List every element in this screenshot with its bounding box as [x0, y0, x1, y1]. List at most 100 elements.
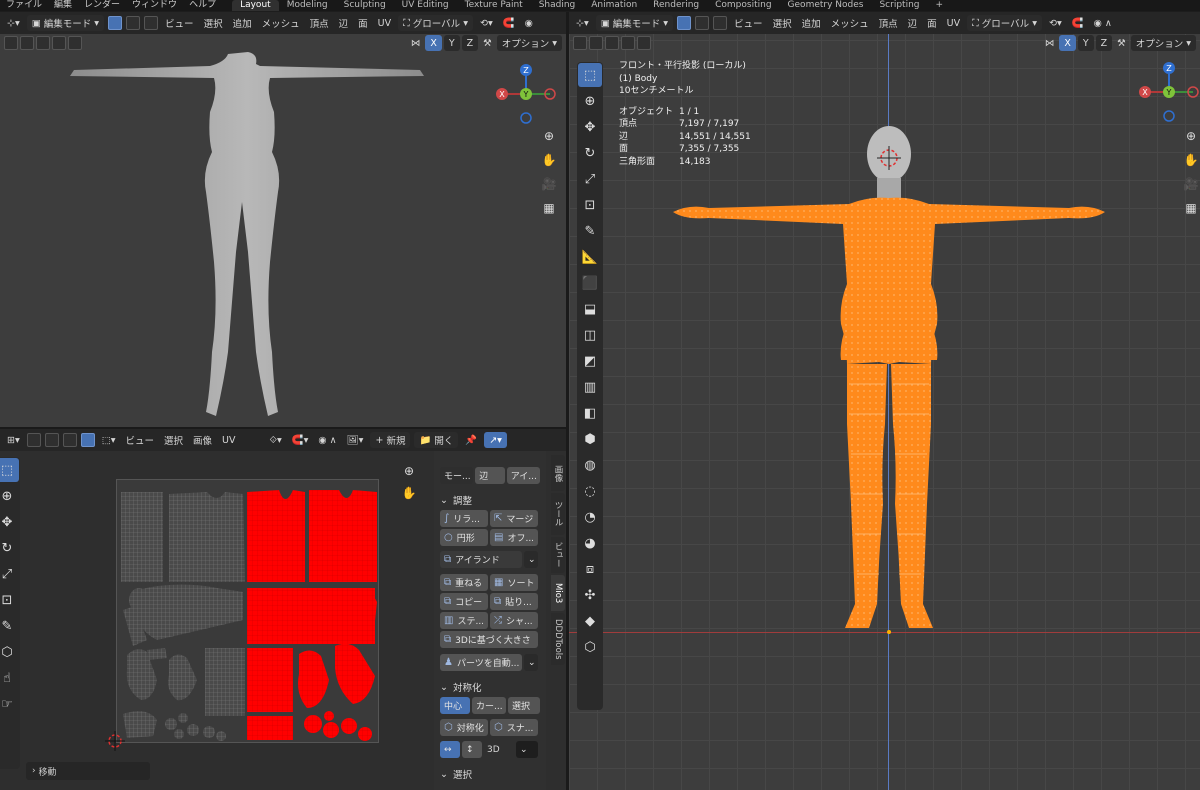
uv-pivot-icon[interactable]: ⟐▾	[266, 435, 284, 446]
menu-vertex[interactable]: 頂点	[876, 16, 901, 30]
vtab-image[interactable]: 画像	[551, 455, 565, 491]
open-image-button[interactable]: 📁 開く	[414, 432, 459, 448]
add-mesh-tool-icon[interactable]: ⬡	[578, 635, 602, 659]
loop-cut-tool-icon[interactable]: ▥	[578, 375, 602, 399]
shuffle-button[interactable]: ⤮ シャ...	[490, 612, 538, 629]
npanel-island-button[interactable]: アイ...	[506, 467, 540, 484]
camera-icon[interactable]: 🎥	[539, 174, 559, 194]
mirror-y-toggle[interactable]: Y	[1077, 35, 1094, 51]
select-mode-subtract-icon[interactable]	[36, 36, 50, 50]
move-tool-icon[interactable]: ✥	[578, 115, 602, 139]
rip-tool-icon[interactable]: ✣	[578, 583, 602, 607]
parts-auto-dropdown[interactable]: ♟ パーツを自動...	[440, 654, 522, 671]
uv-transform-tool-icon[interactable]: ⊡	[0, 588, 19, 612]
cursor-button[interactable]: カー...	[472, 697, 506, 714]
shear-tool-icon[interactable]: ⧈	[578, 557, 602, 581]
proportional-edit-icon[interactable]: ◉	[522, 18, 536, 29]
shrink-fatten-tool-icon[interactable]: ◕	[578, 531, 602, 555]
uv-select-tool-icon[interactable]: ⬚	[0, 458, 19, 482]
spin-tool-icon[interactable]: ◍	[578, 453, 602, 477]
vtab-dddtools[interactable]: DDDTools	[551, 613, 565, 665]
navigation-gizmo[interactable]: Z Y X	[494, 62, 558, 126]
center-button[interactable]: 中心	[440, 697, 470, 714]
tab-modeling[interactable]: Modeling	[279, 0, 336, 11]
straighten-button[interactable]: ▥ ステ...	[440, 612, 488, 629]
tab-sculpting[interactable]: Sculpting	[336, 0, 394, 11]
mode-dropdown[interactable]: ▣ 編集モード ▾	[595, 15, 674, 31]
circle-button[interactable]: ○ 円形	[440, 529, 488, 546]
annotate-tool-icon[interactable]: ✎	[578, 219, 602, 243]
poly-build-tool-icon[interactable]: ⬢	[578, 427, 602, 451]
paste-button[interactable]: ⧉ 貼り...	[490, 593, 538, 610]
options-dropdown[interactable]: オプション ▾	[496, 35, 562, 51]
mirror-x-toggle[interactable]: X	[425, 35, 442, 51]
transform-orientation-dropdown[interactable]: ⛶ グローバル ▾	[398, 15, 473, 31]
pivot-icon[interactable]: ⟲▾	[477, 18, 496, 29]
uv-face-select-icon[interactable]	[62, 433, 77, 447]
uv-2d-cursor-icon[interactable]	[105, 731, 125, 751]
rotate-tool-icon[interactable]: ↻	[578, 141, 602, 165]
tab-animation[interactable]: Animation	[583, 0, 645, 11]
vertical-divider[interactable]	[566, 12, 569, 790]
options-dropdown[interactable]: オプション ▾	[1130, 35, 1196, 51]
uv-sticky-select-icon[interactable]: ⬚▾	[99, 435, 119, 446]
select-mode-new-icon[interactable]	[573, 36, 587, 50]
tab-uv-editing[interactable]: UV Editing	[394, 0, 457, 11]
bevel-tool-icon[interactable]: ◩	[578, 349, 602, 373]
wrench-icon[interactable]: ⚒	[1114, 38, 1129, 49]
new-image-button[interactable]: + 新規	[370, 432, 411, 448]
menu-face[interactable]: 面	[355, 16, 371, 30]
last-operation-panel[interactable]: › 移動	[26, 762, 150, 780]
symmetrize-button[interactable]: ⬡ 対称化	[440, 719, 488, 736]
uv-grab-tool-icon[interactable]: ☝	[0, 666, 19, 690]
relax-button[interactable]: ∫ リラ...	[440, 510, 488, 527]
uv-zoom-icon[interactable]: ⊕	[399, 461, 419, 481]
section-select-header[interactable]: ⌄ 選択	[434, 765, 546, 783]
add-workspace-button[interactable]: +	[928, 0, 952, 11]
mirror-y-toggle[interactable]: Y	[443, 35, 460, 51]
extrude-tool-icon[interactable]: ⬓	[578, 297, 602, 321]
edge-select-icon[interactable]	[126, 16, 141, 30]
cursor-tool-icon[interactable]: ⊕	[578, 89, 602, 113]
rip-region-tool-icon[interactable]: ◆	[578, 609, 602, 633]
uv-menu-select[interactable]: 選択	[161, 433, 186, 447]
uv-menu-image[interactable]: 画像	[190, 433, 215, 447]
uv-editor-type-icon[interactable]: ⊞▾	[4, 435, 23, 446]
select-mode-intersect-icon[interactable]	[637, 36, 651, 50]
stack-button[interactable]: ⧉ 重ねる	[440, 574, 488, 591]
tab-geometry-nodes[interactable]: Geometry Nodes	[780, 0, 872, 11]
vtab-tool[interactable]: ツール	[551, 493, 565, 535]
uv-snap-icon[interactable]: 🧲▾	[289, 435, 312, 446]
vertex-select-icon[interactable]	[108, 16, 123, 30]
uv-pan-hand-icon[interactable]: ✋	[399, 483, 419, 503]
uv-cursor-tool-icon[interactable]: ⊕	[0, 484, 19, 508]
snap-button[interactable]: ⬡ スナ...	[490, 719, 538, 736]
menu-select[interactable]: 選択	[201, 16, 226, 30]
ortho-grid-icon[interactable]: ▦	[539, 198, 559, 218]
uv-island-select-icon[interactable]	[80, 433, 95, 447]
transform-tool-icon[interactable]: ⊡	[578, 193, 602, 217]
vertex-select-icon[interactable]	[677, 16, 692, 30]
uv-move-tool-icon[interactable]: ✥	[0, 510, 19, 534]
face-select-icon[interactable]	[144, 16, 159, 30]
mirror-x-toggle[interactable]: X	[1059, 35, 1076, 51]
mirror-icon[interactable]: ⋈	[408, 38, 424, 49]
menu-mesh[interactable]: メッシュ	[828, 16, 872, 30]
sort-button[interactable]: ▦ ソート	[490, 574, 538, 591]
menu-view[interactable]: ビュー	[731, 16, 766, 30]
measure-tool-icon[interactable]: 📐	[578, 245, 602, 269]
image-browse-icon[interactable]: 🖼▾	[344, 435, 367, 446]
menu-uv[interactable]: UV	[944, 18, 963, 29]
wrench-icon[interactable]: ⚒	[480, 38, 495, 49]
menu-window[interactable]: ウィンドウ	[126, 0, 183, 11]
merge-button[interactable]: ⇱ マージ	[490, 510, 538, 527]
zoom-icon[interactable]: ⊕	[539, 126, 559, 146]
select-mode-subtract-icon[interactable]	[605, 36, 619, 50]
navigation-gizmo[interactable]: Z Y X	[1137, 60, 1200, 124]
uv-annotate-tool-icon[interactable]: ✎	[0, 614, 19, 638]
pin-icon[interactable]: 📌	[462, 435, 480, 446]
uv-rotate-tool-icon[interactable]: ↻	[0, 536, 19, 560]
offset-button[interactable]: ▤ オフ...	[490, 529, 538, 546]
zoom-icon[interactable]: ⊕	[1181, 126, 1200, 146]
parts-chevron-icon[interactable]: ⌄	[524, 654, 538, 671]
